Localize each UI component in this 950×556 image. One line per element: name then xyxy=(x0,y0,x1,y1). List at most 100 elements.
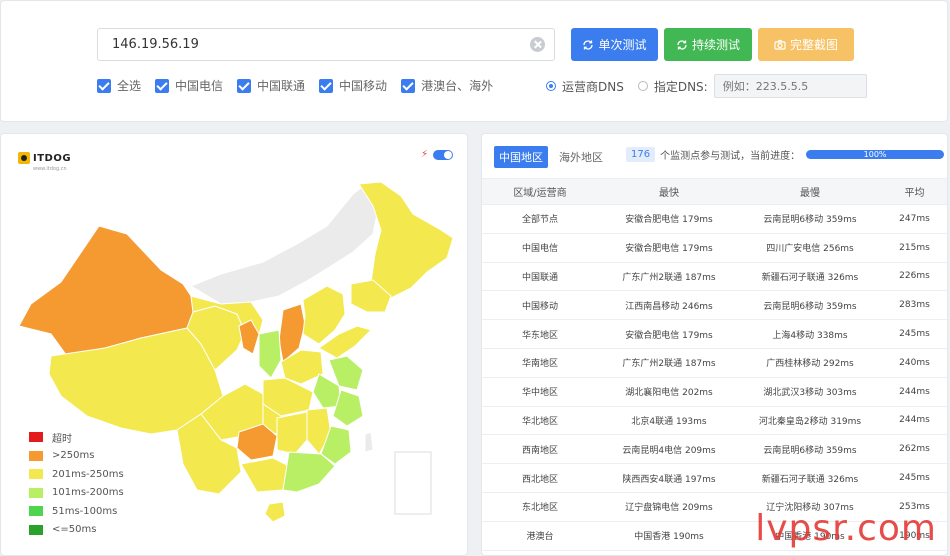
table-row: 华北地区 北京4联通 193ms 河北秦皇岛2移动 319ms 244ms xyxy=(482,407,947,436)
ip-input-wrapper xyxy=(97,28,555,61)
table-row: 中国电信 安徽合肥电信 179ms 四川广安电信 256ms 215ms xyxy=(482,234,947,263)
table-header: 区域/运营商 最快 最慢 平均 xyxy=(482,178,947,205)
legend-swatch xyxy=(29,487,43,498)
logo-url: www.itdog.cn xyxy=(33,166,67,172)
table-row: 中国移动 江西南昌移动 246ms 云南昆明6移动 359ms 283ms xyxy=(482,291,947,321)
checkbox-checked[interactable] xyxy=(237,78,252,93)
region-tabs: 中国地区 海外地区 xyxy=(494,146,614,168)
single-test-label: 单次测试 xyxy=(598,38,647,52)
filter-label: 中国联通 xyxy=(257,79,306,93)
cell-fastest: 广东广州2联通 187ms xyxy=(622,359,716,370)
filter-select-all[interactable]: 全选 xyxy=(97,77,141,94)
filter-china-mobile[interactable]: 中国移动 xyxy=(319,77,387,94)
test-control-panel: 单次测试 持续测试 完整截图 全选 中国电信 中国联通 中国移动 港澳台、海外 … xyxy=(0,0,948,122)
filter-china-telecom[interactable]: 中国电信 xyxy=(155,77,223,94)
cell-fastest: 安徽合肥电信 179ms xyxy=(625,215,713,226)
legend-label: <=50ms xyxy=(52,524,97,536)
full-screenshot-button[interactable]: 完整截图 xyxy=(758,28,854,61)
filter-hk-overseas[interactable]: 港澳台、海外 xyxy=(401,77,493,94)
legend-item: 51ms-100ms xyxy=(29,502,124,521)
cell-average: 247ms xyxy=(899,213,930,224)
cell-fastest: 云南昆明4电信 209ms xyxy=(622,445,716,456)
tab-china[interactable]: 中国地区 xyxy=(494,146,548,168)
checkbox-checked[interactable] xyxy=(319,78,334,93)
legend-swatch xyxy=(29,432,43,443)
legend-label: >250ms xyxy=(52,450,95,462)
cell-average: 262ms xyxy=(899,444,930,455)
ip-input[interactable] xyxy=(112,29,512,60)
legend-item: 201ms-250ms xyxy=(29,465,124,484)
cell-average: 245ms xyxy=(899,473,930,484)
cell-region: 西北地区 xyxy=(521,474,558,485)
filter-china-unicom[interactable]: 中国联通 xyxy=(237,77,305,94)
cell-region: 全部节点 xyxy=(521,215,558,226)
clear-icon[interactable] xyxy=(530,37,545,52)
cell-region: 中国移动 xyxy=(521,301,558,312)
dns-isp-option[interactable]: 运营商DNS xyxy=(546,78,624,95)
single-test-button[interactable]: 单次测试 xyxy=(571,28,658,61)
lightning-icon: ⚡ xyxy=(421,149,429,160)
legend-swatch xyxy=(29,506,43,517)
header-region: 区域/运营商 xyxy=(513,188,567,199)
progress-bar: 100% xyxy=(806,150,945,159)
results-panel: 中国地区 海外地区 176 个监测点参与测试，当前进度： 100% 区域/运营商… xyxy=(481,133,948,556)
full-screenshot-label: 完整截图 xyxy=(789,38,838,52)
map-toggle[interactable] xyxy=(433,150,453,160)
legend-label: 超时 xyxy=(52,433,72,445)
cell-region: 华中地区 xyxy=(521,388,558,399)
radio-unselected[interactable] xyxy=(637,81,648,91)
isp-filter-group: 全选 中国电信 中国联通 中国移动 港澳台、海外 xyxy=(97,77,507,94)
legend-label: 101ms-200ms xyxy=(52,487,124,499)
cell-average: 244ms xyxy=(899,415,930,426)
cell-average: 244ms xyxy=(899,386,930,397)
checkbox-checked[interactable] xyxy=(401,78,416,93)
table-row: 华东地区 安徽合肥电信 179ms 上海4移动 338ms 245ms xyxy=(482,320,947,349)
legend-swatch xyxy=(29,469,43,480)
cell-region: 中国电信 xyxy=(521,244,558,255)
legend-swatch xyxy=(29,450,43,461)
dns-custom-option[interactable]: 指定DNS: xyxy=(637,78,708,95)
table-row: 中国联通 广东广州2联通 187ms 新疆石河子联通 326ms 226ms xyxy=(482,263,947,292)
count-text: 个监测点参与测试，当前进度： xyxy=(660,151,801,162)
cell-fastest: 江西南昌移动 246ms xyxy=(625,301,713,312)
region-guangxi xyxy=(240,457,290,493)
legend-item: >250ms xyxy=(29,447,124,466)
cell-region: 中国联通 xyxy=(521,272,558,283)
south-sea-inset xyxy=(394,451,432,515)
cell-region: 西南地区 xyxy=(521,445,558,456)
node-count: 176 xyxy=(626,147,656,162)
cell-slowest: 广西桂林移动 292ms xyxy=(766,359,854,370)
tab-overseas[interactable]: 海外地区 xyxy=(554,146,608,168)
cell-fastest: 安徽合肥电信 179ms xyxy=(625,244,713,255)
cell-average: 215ms xyxy=(899,242,930,253)
logo-text: ITDOG xyxy=(33,152,72,164)
legend-item: 101ms-200ms xyxy=(29,484,124,503)
results-table: 区域/运营商 最快 最慢 平均 全部节点 安徽合肥电信 179ms 云南昆明6移动 … xyxy=(482,178,947,551)
cell-region: 港澳台 xyxy=(526,532,554,543)
cell-average: 240ms xyxy=(899,357,930,368)
cell-fastest: 湖北襄阳电信 202ms xyxy=(625,388,713,399)
continuous-test-button[interactable]: 持续测试 xyxy=(664,28,752,61)
header-slowest: 最慢 xyxy=(800,188,820,199)
custom-dns-input[interactable] xyxy=(713,74,867,98)
filter-label: 全选 xyxy=(117,79,142,93)
table-row: 华中地区 湖北襄阳电信 202ms 湖北武汉3移动 303ms 244ms xyxy=(482,378,947,407)
region-hainan xyxy=(264,501,286,523)
header-fastest: 最快 xyxy=(659,188,679,199)
region-shaanxi xyxy=(258,329,282,379)
cell-slowest: 河北秦皇岛2移动 319ms xyxy=(758,416,862,427)
cell-fastest: 北京4联通 193ms xyxy=(631,416,707,427)
filter-label: 中国移动 xyxy=(339,79,388,93)
checkbox-checked[interactable] xyxy=(97,78,111,93)
legend-label: 51ms-100ms xyxy=(52,505,118,517)
test-stats: 176 个监测点参与测试，当前进度： 100% xyxy=(626,147,945,162)
legend-item: <=50ms xyxy=(29,521,124,540)
cell-average: 245ms xyxy=(899,329,930,340)
cell-slowest: 云南昆明6移动 359ms xyxy=(763,301,857,312)
checkbox-checked[interactable] xyxy=(155,78,170,93)
refresh-icon xyxy=(677,39,687,50)
cell-fastest: 安徽合肥电信 179ms xyxy=(625,330,713,341)
radio-selected[interactable] xyxy=(546,81,556,91)
filter-label: 港澳台、海外 xyxy=(421,79,494,93)
legend-label: 201ms-250ms xyxy=(52,468,124,480)
